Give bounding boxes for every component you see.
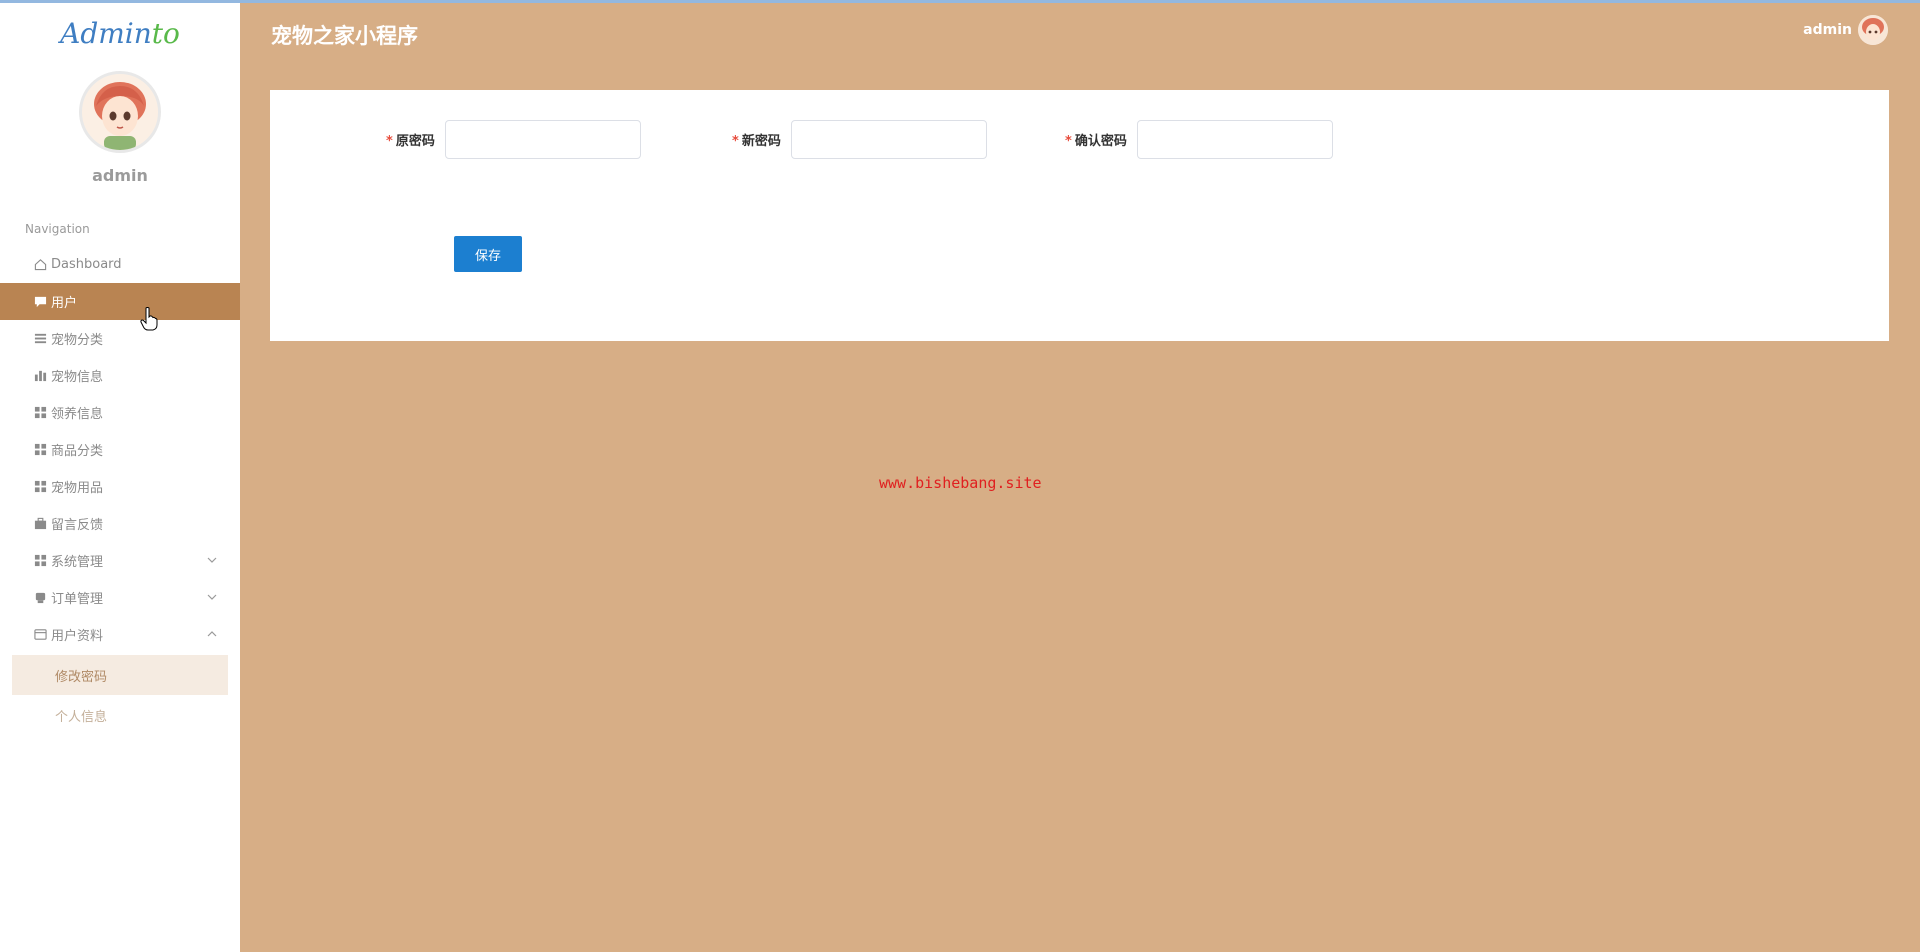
watermark-text: www.bishebang.site [879,474,1042,492]
header-avatar[interactable] [1858,15,1888,45]
grid-icon [33,554,47,568]
hand-cursor-icon [140,307,158,331]
sidebar-item-product-category[interactable]: 商品分类 [0,431,240,468]
sidebar-item-label: 宠物分类 [51,333,104,348]
grid-icon [33,480,47,494]
sidebar-item-users[interactable]: 用户 [0,283,240,320]
chevron-down-icon[interactable] [206,554,218,566]
profile-name: admin [92,166,148,185]
chevron-up-icon[interactable] [206,628,218,640]
submenu-user-profile: 修改密码 个人信息 [0,655,240,735]
change-password-form: * 原密码 * 新密码 * 确认密码 保存 [270,90,1889,341]
submenu-item-personal-info[interactable]: 个人信息 [0,695,240,735]
chat-icon [33,295,47,309]
top-accent-line [0,0,1920,3]
sidebar-item-label: Dashboard [51,257,122,272]
sidebar-item-order-management[interactable]: 订单管理 [0,579,240,616]
sidebar-item-label: 商品分类 [51,444,104,459]
sidebar-item-label: 领养信息 [51,407,104,422]
user-menu[interactable]: admin [1803,15,1888,45]
sidebar-item-system-management[interactable]: 系统管理 [0,542,240,579]
printer-icon [33,591,47,605]
sidebar-item-dashboard[interactable]: Dashboard [0,246,240,283]
sidebar: Adminto admin Navigation Dashboard 用户 宠物… [0,3,240,952]
new-password-input[interactable] [790,120,987,159]
confirm-password-input[interactable] [1136,120,1333,159]
sidebar-item-label: 用户 [51,296,78,311]
sidebar-item-label: 系统管理 [51,555,104,570]
save-button[interactable]: 保存 [454,236,522,272]
bar-chart-icon [33,369,47,383]
submenu-item-change-password[interactable]: 修改密码 [12,655,228,695]
required-mark: * [732,134,739,149]
confirm-password-label: * 确认密码 [1065,134,1127,149]
list-icon [33,332,47,346]
header-user-name[interactable]: admin [1803,22,1852,38]
old-password-field: * 原密码 [386,120,641,159]
sidebar-item-pet-supplies[interactable]: 宠物用品 [0,468,240,505]
sidebar-item-label: 宠物用品 [51,481,104,496]
app-logo[interactable]: Adminto [0,17,240,50]
home-icon [33,258,47,272]
page-title: 宠物之家小程序 [271,24,418,48]
briefcase-icon [33,517,47,531]
grid-icon [33,406,47,420]
sidebar-item-feedback[interactable]: 留言反馈 [0,505,240,542]
sidebar-item-label: 用户资料 [51,629,104,644]
required-mark: * [386,134,393,149]
sidebar-item-label: 宠物信息 [51,370,104,385]
chevron-down-icon[interactable] [206,591,218,603]
nav-section-title: Navigation [25,222,90,236]
profile-avatar [79,71,161,153]
grid-icon [33,443,47,457]
sidebar-item-user-profile[interactable]: 用户资料 [0,616,240,653]
sidebar-item-pet-category[interactable]: 宠物分类 [0,320,240,357]
wallet-icon [33,628,47,642]
sidebar-item-pet-info[interactable]: 宠物信息 [0,357,240,394]
confirm-password-field: * 确认密码 [1065,120,1333,159]
new-password-field: * 新密码 [732,120,987,159]
old-password-label: * 原密码 [386,134,435,149]
old-password-input[interactable] [444,120,641,159]
sidebar-item-label: 留言反馈 [51,518,104,533]
sidebar-menu: Dashboard 用户 宠物分类 宠物信息 领养信息 商品分类 宠物用品 留言… [0,246,240,735]
sidebar-item-adoption-info[interactable]: 领养信息 [0,394,240,431]
sidebar-item-label: 订单管理 [51,592,104,607]
new-password-label: * 新密码 [732,134,781,149]
required-mark: * [1065,134,1072,149]
